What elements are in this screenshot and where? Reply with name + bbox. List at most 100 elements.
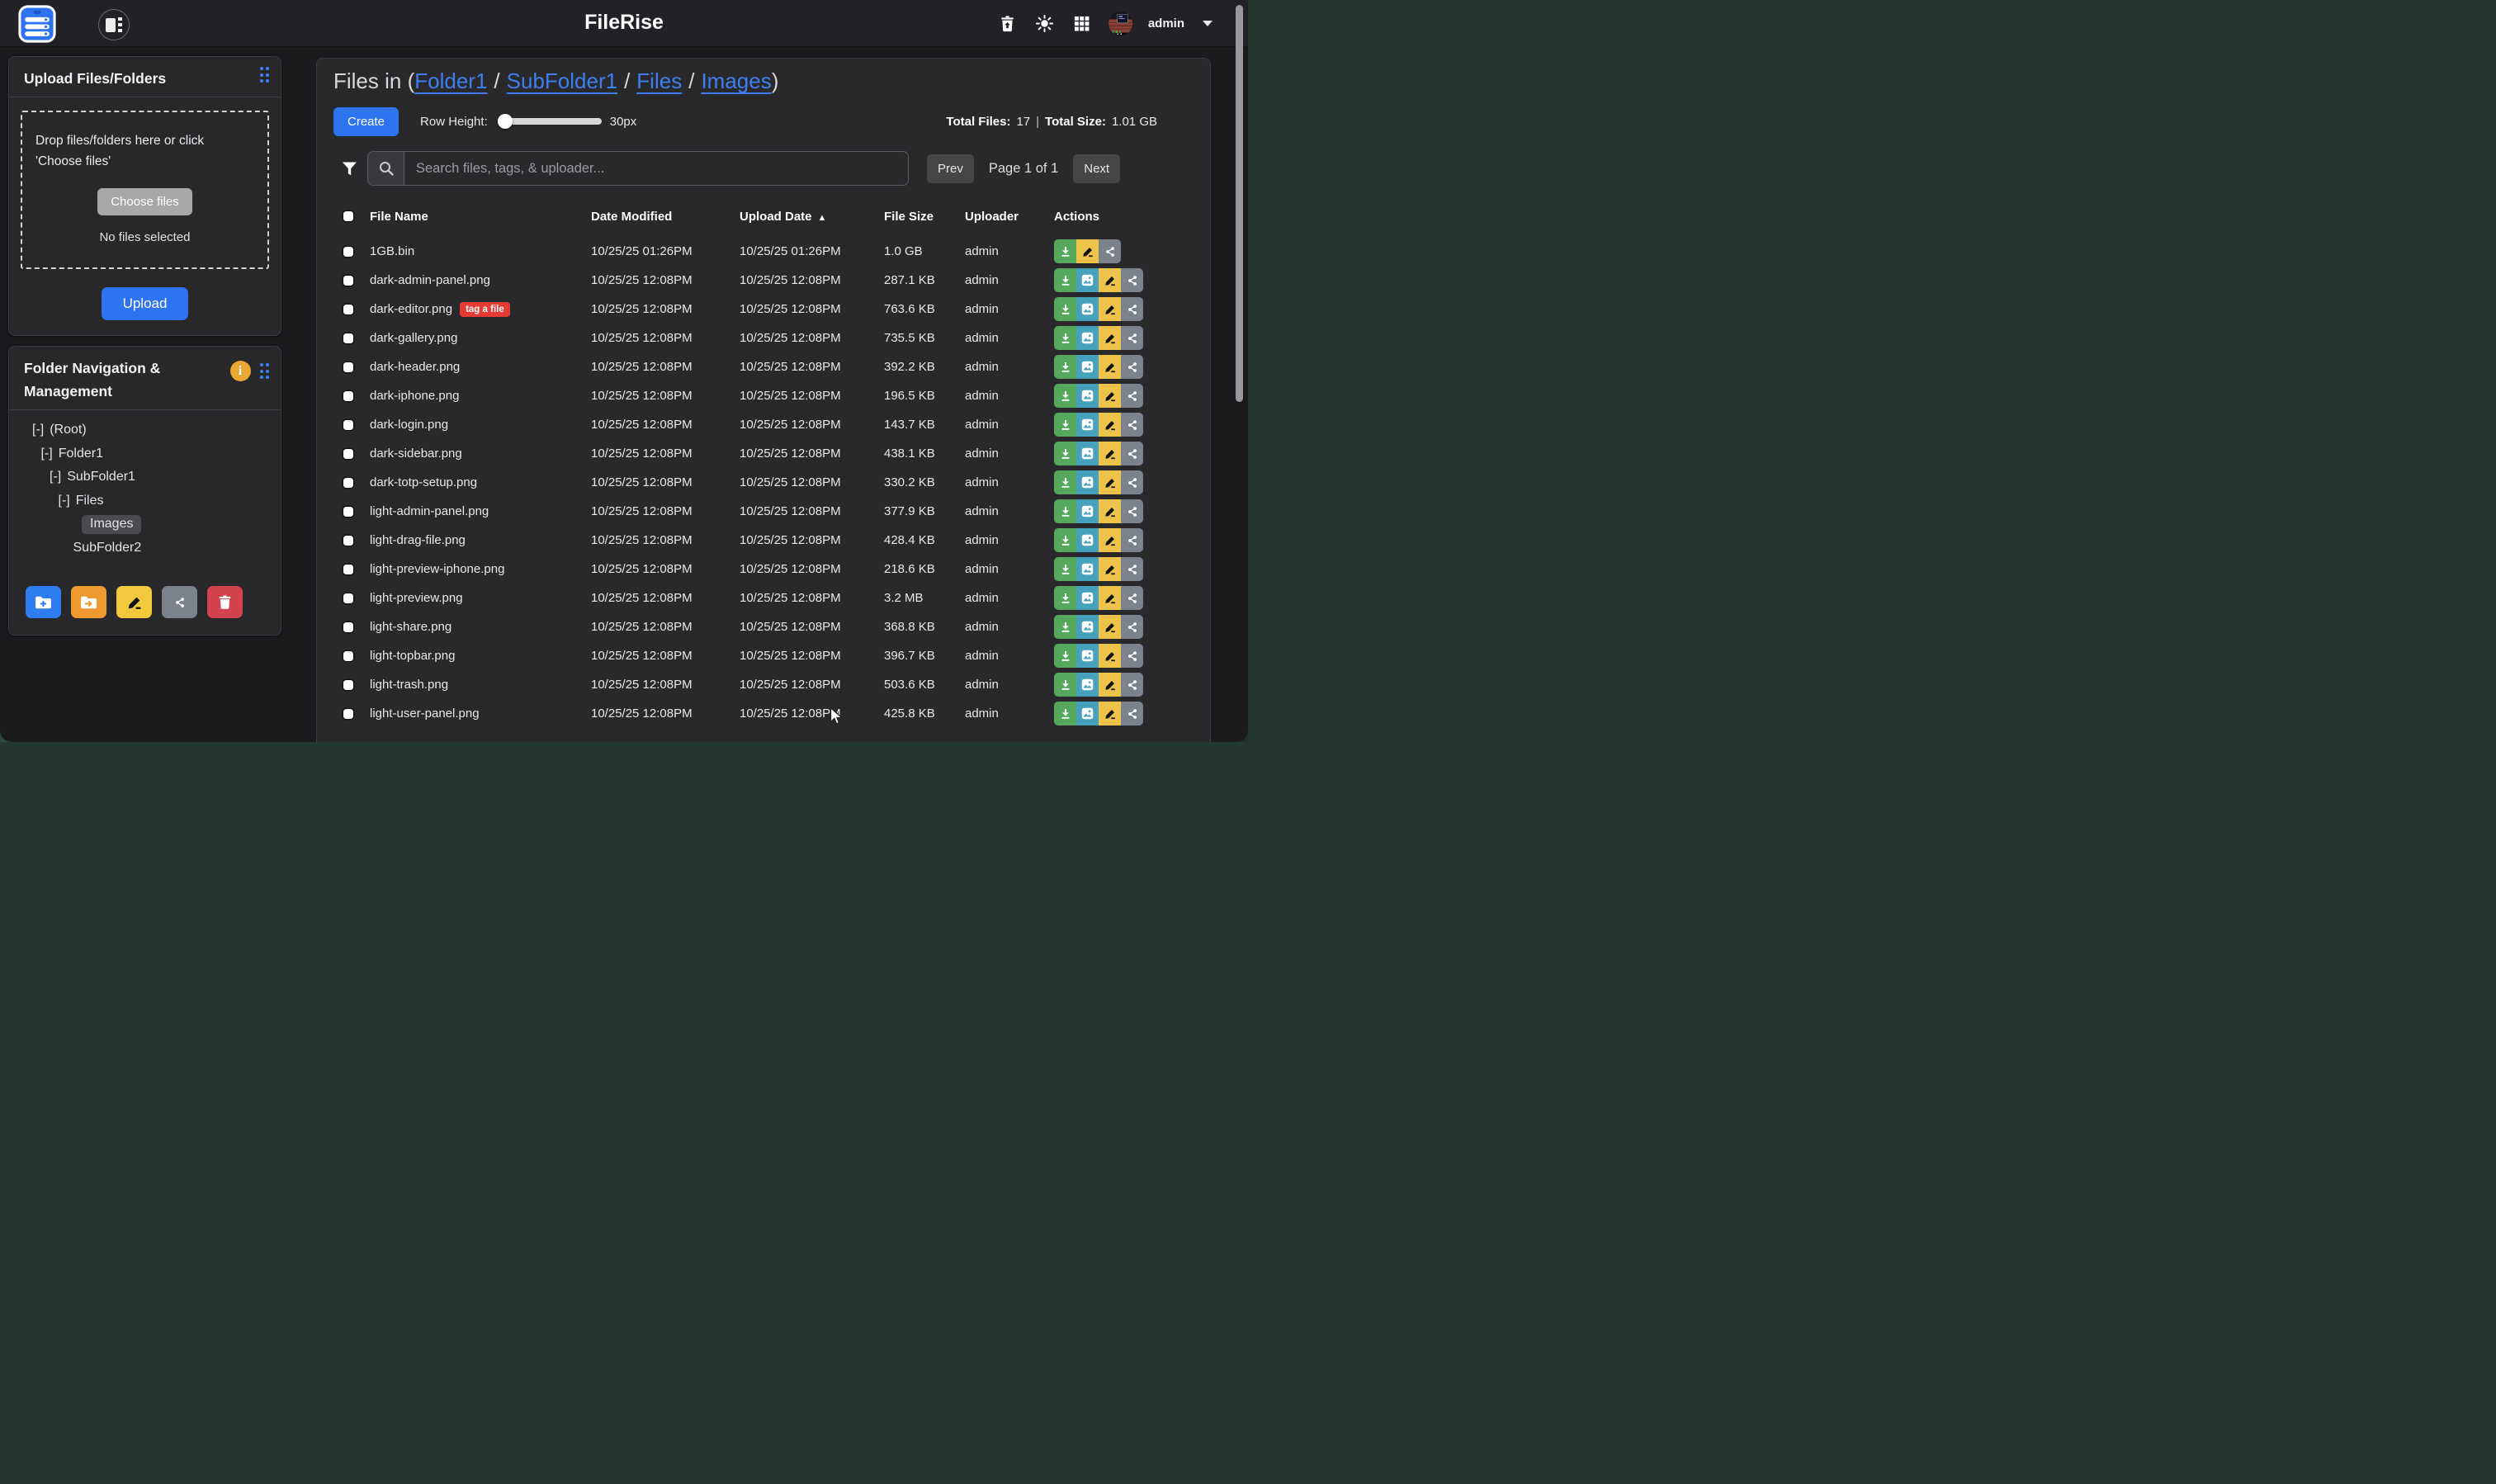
row-checkbox[interactable] [343,362,353,372]
edit-button[interactable] [1099,644,1121,668]
file-name[interactable]: light-admin-panel.png [370,504,489,518]
folder-tree-item[interactable]: [-](Root) [22,418,274,442]
edit-button[interactable] [1099,297,1121,321]
row-checkbox[interactable] [343,565,353,574]
preview-button[interactable] [1076,615,1099,639]
preview-button[interactable] [1076,268,1099,292]
row-checkbox[interactable] [343,247,353,257]
edit-button[interactable] [1099,702,1121,725]
file-name[interactable]: dark-login.png [370,418,448,432]
breadcrumb-link-images[interactable]: Images [701,69,771,93]
share-button[interactable] [1121,528,1143,552]
edit-button[interactable] [1099,615,1121,639]
upload-button[interactable]: Upload [102,287,189,320]
folder-tree-item[interactable]: SubFolder2 [22,536,274,560]
file-name[interactable]: dark-sidebar.png [370,447,462,461]
move-folder-button[interactable] [71,586,106,618]
tree-toggle-icon[interactable]: [-] [59,494,70,508]
row-checkbox[interactable] [343,622,353,632]
download-button[interactable] [1054,297,1076,321]
preview-button[interactable] [1076,673,1099,697]
create-button[interactable]: Create [333,107,399,136]
row-checkbox[interactable] [343,651,353,661]
share-button[interactable] [1121,413,1143,437]
breadcrumb-link-subfolder1[interactable]: SubFolder1 [507,69,617,93]
preview-button[interactable] [1076,470,1099,494]
download-button[interactable] [1054,384,1076,408]
preview-button[interactable] [1076,702,1099,725]
column-header-date-modified[interactable]: Date Modified [578,210,726,224]
edit-button[interactable] [1099,326,1121,350]
row-checkbox[interactable] [343,536,353,546]
column-header-file-name[interactable]: File Name [363,210,578,224]
share-button[interactable] [1121,470,1143,494]
share-button[interactable] [1121,702,1143,725]
file-name[interactable]: 1GB.bin [370,244,414,258]
tree-toggle-icon[interactable]: [-] [41,447,53,461]
folder-tree-item[interactable]: [-] Folder1 [22,442,274,466]
share-button[interactable] [1121,355,1143,379]
column-header-actions[interactable]: Actions [1034,210,1194,224]
prev-page-button[interactable]: Prev [927,154,974,183]
info-icon[interactable]: i [230,361,251,381]
preview-button[interactable] [1076,557,1099,581]
preview-button[interactable] [1076,644,1099,668]
download-button[interactable] [1054,557,1076,581]
apps-grid-icon[interactable] [1071,13,1093,35]
download-button[interactable] [1054,673,1076,697]
row-checkbox[interactable] [343,593,353,603]
edit-button[interactable] [1099,499,1121,523]
download-button[interactable] [1054,442,1076,466]
file-name[interactable]: dark-editor.png [370,302,452,316]
tree-toggle-icon[interactable]: [-] [50,470,61,484]
preview-button[interactable] [1076,442,1099,466]
share-button[interactable] [1121,384,1143,408]
download-button[interactable] [1054,239,1076,263]
file-name[interactable]: light-preview.png [370,591,463,605]
preview-button[interactable] [1076,499,1099,523]
column-header-upload-date[interactable]: Upload Date▲ [726,210,871,224]
file-name[interactable]: light-topbar.png [370,649,455,663]
drag-handle-icon[interactable] [260,67,270,83]
breadcrumb-link-folder1[interactable]: Folder1 [414,69,487,93]
tree-folder-label[interactable]: Folder1 [59,447,103,461]
preview-button[interactable] [1076,413,1099,437]
edit-button[interactable] [1099,557,1121,581]
edit-button[interactable] [1099,673,1121,697]
download-button[interactable] [1054,470,1076,494]
column-header-file-size[interactable]: File Size [871,210,952,224]
select-all-checkbox[interactable] [343,211,353,221]
tree-folder-label[interactable]: Images [82,515,141,534]
preview-button[interactable] [1076,355,1099,379]
user-menu-button[interactable] [1200,13,1213,35]
row-checkbox[interactable] [343,449,353,459]
rename-folder-button[interactable] [116,586,152,618]
edit-button[interactable] [1099,413,1121,437]
row-checkbox[interactable] [343,507,353,517]
file-name[interactable]: light-drag-file.png [370,533,466,547]
share-button[interactable] [1121,499,1143,523]
share-button[interactable] [1121,644,1143,668]
download-button[interactable] [1054,528,1076,552]
tree-folder-label[interactable]: SubFolder2 [73,541,142,555]
edit-button[interactable] [1099,470,1121,494]
folder-tree-item[interactable]: [-] Files [22,489,274,513]
preview-button[interactable] [1076,586,1099,610]
edit-button[interactable] [1099,355,1121,379]
file-name[interactable]: light-preview-iphone.png [370,562,504,576]
download-button[interactable] [1054,355,1076,379]
edit-button[interactable] [1099,442,1121,466]
preview-button[interactable] [1076,326,1099,350]
file-dropzone[interactable]: Drop files/folders here or click 'Choose… [21,111,269,269]
tree-folder-label[interactable]: Files [76,494,104,508]
tree-folder-label[interactable]: (Root) [50,423,86,437]
breadcrumb-link-files[interactable]: Files [636,69,682,93]
row-checkbox[interactable] [343,276,353,286]
share-button[interactable] [1121,297,1143,321]
search-input[interactable] [404,152,908,185]
preview-button[interactable] [1076,528,1099,552]
share-button[interactable] [1121,326,1143,350]
row-checkbox[interactable] [343,420,353,430]
share-button[interactable] [1121,673,1143,697]
share-button[interactable] [1099,239,1121,263]
